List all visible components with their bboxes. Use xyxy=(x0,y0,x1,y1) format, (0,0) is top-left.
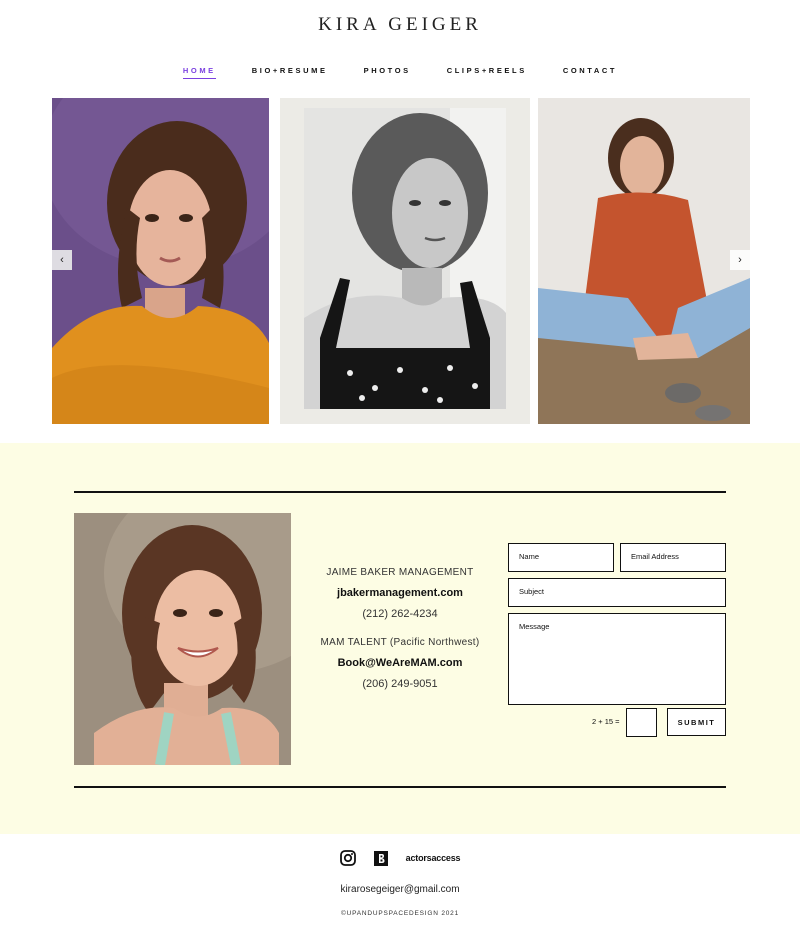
nav-item-home[interactable]: HOME xyxy=(182,66,216,79)
subject-field[interactable]: Subject xyxy=(508,578,726,607)
actors-access-line1: actors xyxy=(405,853,432,863)
gallery-photo-black-white[interactable] xyxy=(280,98,530,424)
gallery-photo-seated-sweater[interactable] xyxy=(538,98,750,424)
gallery-next-button[interactable]: › xyxy=(730,250,750,270)
nav-item-photos[interactable]: PHOTOS xyxy=(364,66,411,79)
actors-access-line2: access xyxy=(431,853,461,863)
instagram-icon[interactable] xyxy=(339,850,356,866)
main-nav: HOME BIO+RESUME PHOTOS CLIPS+REELS CONTA… xyxy=(0,66,800,79)
captcha-label: 2 + 15 = xyxy=(592,717,620,726)
contact-section: JAIME BAKER MANAGEMENT jbakermanagement.… xyxy=(0,443,800,834)
submit-button[interactable]: SUBMIT xyxy=(667,708,726,736)
agency-email-2[interactable]: Book@WeAreMAM.com xyxy=(300,658,500,669)
agency-name-2: MAM TALENT (Pacific Northwest) xyxy=(320,637,480,648)
agency-name-1: JAIME BAKER MANAGEMENT xyxy=(326,567,474,578)
agency-contacts: JAIME BAKER MANAGEMENT jbakermanagement.… xyxy=(300,568,500,708)
message-field[interactable]: Message xyxy=(508,613,726,705)
footer-email[interactable]: kirarosegeiger@gmail.com xyxy=(0,884,800,895)
copyright[interactable]: ©UPANDUPSPACEDESIGN 2021 xyxy=(0,910,800,917)
divider-bottom xyxy=(74,786,726,788)
chevron-right-icon: › xyxy=(738,254,742,266)
chevron-left-icon: ‹ xyxy=(60,254,64,266)
agency-phone-1[interactable]: (212) 262-4234 xyxy=(300,609,500,620)
divider-top xyxy=(74,491,726,493)
nav-item-contact[interactable]: CONTACT xyxy=(563,66,617,79)
agency-email-1[interactable]: jbakermanagement.com xyxy=(300,588,500,599)
name-field[interactable]: Name xyxy=(508,543,614,572)
nav-item-bio-resume[interactable]: BIO+RESUME xyxy=(252,66,328,79)
actors-access-icon[interactable]: actors access xyxy=(405,853,461,863)
agency-phone-2[interactable]: (206) 249-9051 xyxy=(300,679,500,690)
gallery-photo-orange-sweater[interactable] xyxy=(52,98,269,424)
backstage-icon[interactable] xyxy=(373,850,388,866)
site-title[interactable]: KIRA GEIGER xyxy=(0,14,800,36)
photo-gallery: ‹ › xyxy=(52,98,750,424)
social-links: actors access xyxy=(0,850,800,866)
nav-item-clips-reels[interactable]: CLIPS+REELS xyxy=(447,66,527,79)
gallery-prev-button[interactable]: ‹ xyxy=(52,250,72,270)
captcha-input[interactable] xyxy=(626,708,657,737)
email-field[interactable]: Email Address xyxy=(620,543,726,572)
headshot-photo xyxy=(74,513,291,765)
